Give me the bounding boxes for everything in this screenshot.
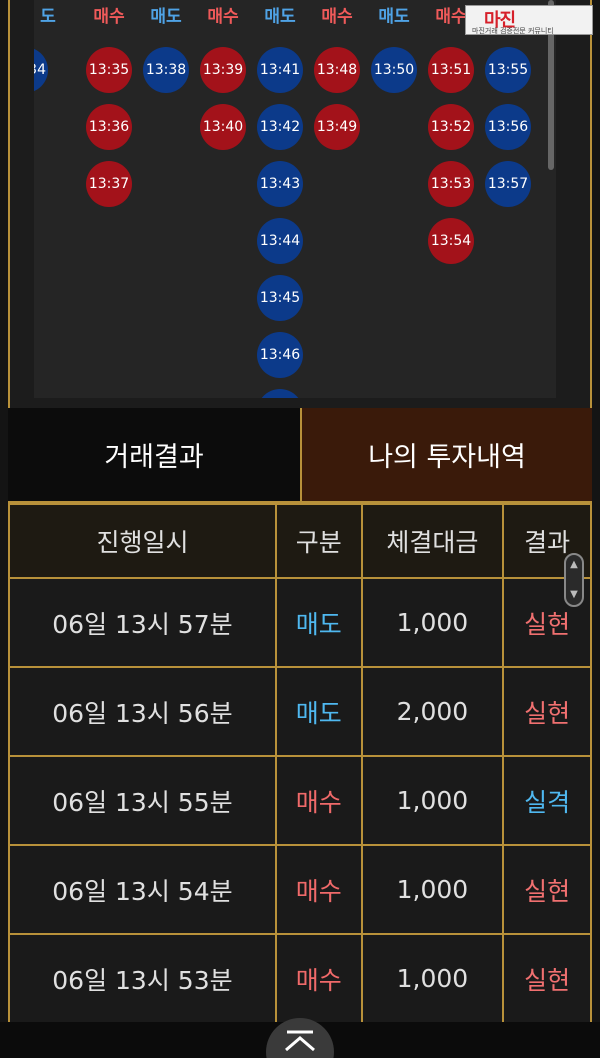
row-side: 매수: [274, 933, 363, 1024]
row-result: 실현: [502, 666, 592, 757]
board-column-header: 매도: [150, 7, 182, 27]
sell-result-dot: [257, 389, 303, 398]
table-row[interactable]: 06일 13시 55분 매수 1,000 실격: [8, 755, 592, 846]
row-side: 매도: [274, 666, 363, 757]
buy-result-dot: 13:54: [428, 218, 474, 264]
board-column-header: 매수: [93, 7, 125, 27]
sell-result-dot: 13:38: [143, 47, 189, 93]
buy-result-dot: 13:37: [86, 161, 132, 207]
buy-result-dot: 13:36: [86, 104, 132, 150]
row-amount: 1,000: [360, 755, 505, 846]
sell-result-dot: 13:41: [257, 47, 303, 93]
row-amount: 1,000: [360, 844, 505, 935]
buy-result-dot: 13:49: [314, 104, 360, 150]
buy-result-dot: 13:51: [428, 47, 474, 93]
row-side: 매수: [274, 844, 363, 935]
board-column-header: 매수: [207, 7, 239, 27]
sell-result-dot: 13:45: [257, 275, 303, 321]
sell-result-dot: 13:55: [485, 47, 531, 93]
buy-result-dot: 13:52: [428, 104, 474, 150]
row-side: 매수: [274, 755, 363, 846]
board-column-header: 도: [40, 7, 56, 27]
board-column-header: 매수: [321, 7, 353, 27]
sell-result-dot: 13:50: [371, 47, 417, 93]
sell-result-dot: 13:42: [257, 104, 303, 150]
history-table: 진행일시 구분 체결대금 결과 06일 13시 57분 매도 1,000 실현 06일 …: [8, 503, 592, 1024]
result-tabs: 거래결과 나의 투자내역: [8, 408, 592, 503]
sell-result-dot: 13:56: [485, 104, 531, 150]
sell-result-dot: 13:43: [257, 161, 303, 207]
site-logo: 마진 마진거래 검증전문 커뮤니티: [465, 5, 593, 35]
sell-result-dot: 13:57: [485, 161, 531, 207]
row-side: 매도: [274, 577, 363, 668]
row-datetime: 06일 13시 57분: [8, 577, 277, 668]
chevron-up-icon: ▲: [570, 559, 578, 570]
row-datetime: 06일 13시 56분: [8, 666, 277, 757]
table-row[interactable]: 06일 13시 56분 매도 2,000 실현: [8, 666, 592, 757]
row-datetime: 06일 13시 54분: [8, 844, 277, 935]
table-row[interactable]: 06일 13시 54분 매수 1,000 실현: [8, 844, 592, 935]
buy-result-dot: 13:39: [200, 47, 246, 93]
board-column-header: 매도: [378, 7, 410, 27]
sell-result-dot: :34: [34, 47, 48, 93]
row-amount: 1,000: [360, 933, 505, 1024]
tab-trade-result[interactable]: 거래결과: [8, 408, 300, 501]
row-result: 실현: [502, 844, 592, 935]
buy-result-dot: 13:35: [86, 47, 132, 93]
header-amount: 체결대금: [360, 503, 505, 579]
table-header-row: 진행일시 구분 체결대금 결과: [8, 503, 592, 579]
table-row[interactable]: 06일 13시 53분 매수 1,000 실현: [8, 933, 592, 1024]
double-chevron-up-icon: [285, 1030, 315, 1052]
table-scroll-handle[interactable]: ▲ ▼: [564, 553, 584, 607]
buy-result-dot: 13:40: [200, 104, 246, 150]
board-column-header: 매도: [264, 7, 296, 27]
row-result: 실격: [502, 755, 592, 846]
row-datetime: 06일 13시 53분: [8, 933, 277, 1024]
tab-my-history[interactable]: 나의 투자내역: [300, 408, 592, 501]
buy-result-dot: 13:48: [314, 47, 360, 93]
row-amount: 2,000: [360, 666, 505, 757]
row-result: 실현: [502, 933, 592, 1024]
logo-subtext: 마진거래 검증전문 커뮤니티: [472, 27, 554, 35]
row-datetime: 06일 13시 55분: [8, 755, 277, 846]
buy-result-dot: 13:53: [428, 161, 474, 207]
sell-result-dot: 13:46: [257, 332, 303, 378]
trade-board-frame: 도매수매도매수매도매수매도매수매도:3413:3513:3613:3713:38…: [8, 0, 592, 408]
sell-result-dot: 13:44: [257, 218, 303, 264]
header-side: 구분: [274, 503, 363, 579]
table-row[interactable]: 06일 13시 57분 매도 1,000 실현: [8, 577, 592, 668]
chevron-down-icon: ▼: [570, 589, 578, 600]
row-amount: 1,000: [360, 577, 505, 668]
trade-board[interactable]: 도매수매도매수매도매수매도매수매도:3413:3513:3613:3713:38…: [34, 0, 556, 398]
header-datetime: 진행일시: [8, 503, 277, 579]
